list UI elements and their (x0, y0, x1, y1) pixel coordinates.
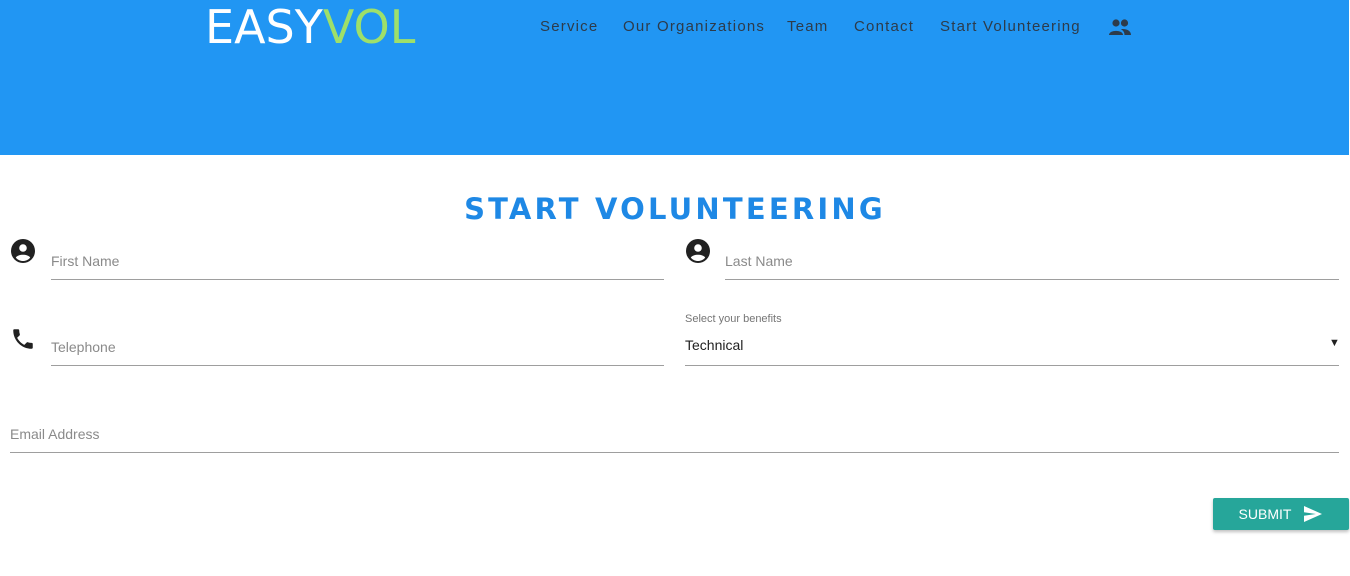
last-name-input[interactable] (725, 245, 1339, 277)
logo-vol: VOL (322, 0, 416, 54)
header-bar: EASYVOL Service Our Organizations Team C… (0, 0, 1349, 155)
last-name-field[interactable] (725, 245, 1339, 280)
telephone-field[interactable] (51, 331, 664, 366)
dropdown-arrow-icon[interactable]: ▼ (1329, 337, 1340, 349)
benefits-select[interactable] (685, 331, 1339, 366)
email-input[interactable] (10, 418, 1339, 450)
send-icon (1304, 506, 1323, 522)
benefits-label: Select your benefits (685, 313, 782, 325)
logo-easy: EASY (205, 0, 323, 54)
benefits-selected-value[interactable]: Technical (685, 337, 743, 353)
nav-service[interactable]: Service (540, 18, 598, 36)
account-circle-icon (10, 238, 36, 264)
first-name-input[interactable] (51, 245, 664, 277)
telephone-input[interactable] (51, 331, 664, 363)
nav-start-volunteering[interactable]: Start Volunteering (940, 18, 1081, 36)
logo[interactable]: EASYVOL (205, 2, 415, 52)
nav-our-organizations[interactable]: Our Organizations (623, 18, 765, 36)
email-field[interactable] (10, 418, 1339, 453)
nav-team[interactable]: Team (787, 18, 828, 36)
people-icon[interactable] (1108, 18, 1132, 38)
page-title: START VOLUNTEERING (464, 192, 886, 226)
account-circle-icon (685, 238, 711, 264)
submit-label: SUBMIT (1238, 506, 1292, 522)
submit-button[interactable]: SUBMIT (1213, 498, 1349, 530)
phone-icon (10, 326, 36, 352)
first-name-field[interactable] (51, 245, 664, 280)
nav-contact[interactable]: Contact (854, 18, 914, 36)
